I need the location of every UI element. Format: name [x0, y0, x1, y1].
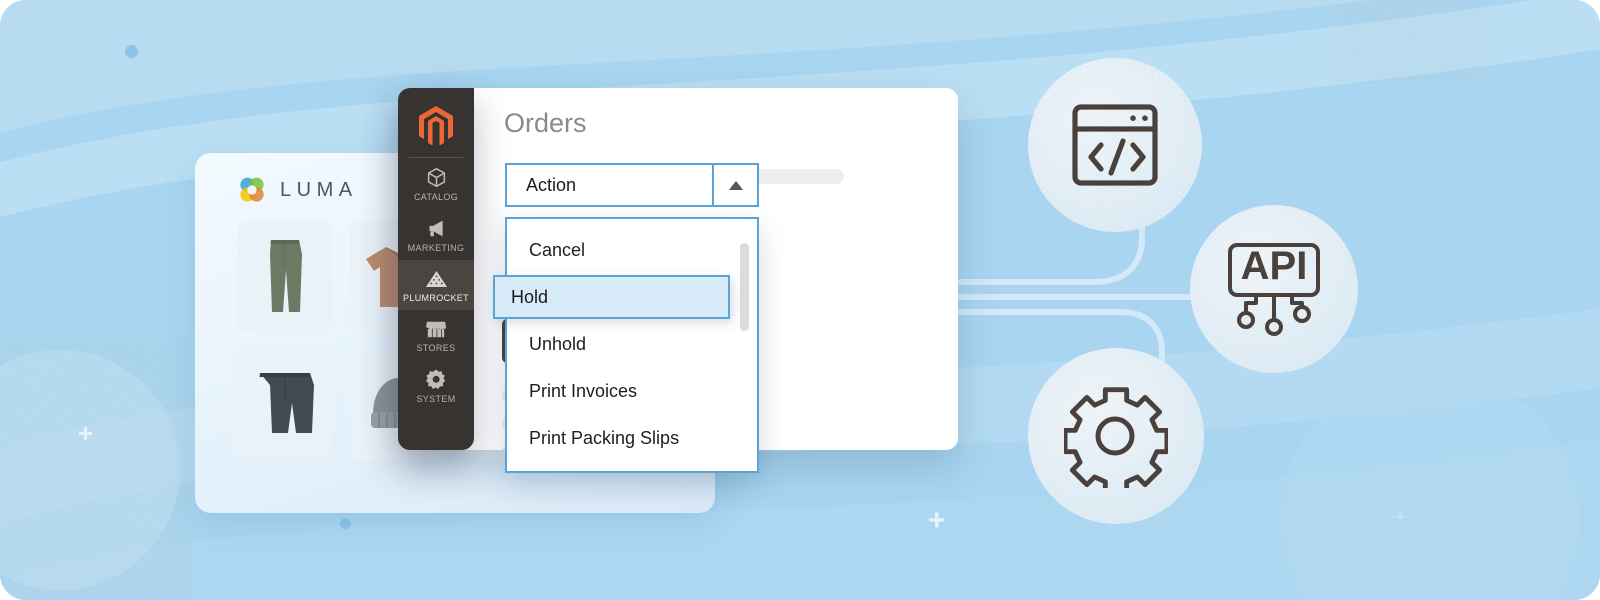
dropdown-option-unhold[interactable]: Unhold	[507, 321, 757, 368]
product-tile-shorts[interactable]	[237, 349, 332, 459]
admin-sidebar: CATALOG MARKETING PLUMROCKET STORES SYST…	[398, 88, 474, 450]
api-node-icon: API	[1228, 243, 1320, 336]
dropdown-option-hold-selected[interactable]: Hold	[493, 275, 730, 319]
illustration-canvas: + + + LUMA Orders CATALOG MARKETING PLUM…	[0, 0, 1600, 600]
sidebar-label: MARKETING	[407, 243, 465, 253]
toolbar-placeholder	[752, 169, 844, 184]
sidebar-item-system[interactable]: SYSTEM	[398, 360, 474, 411]
sidebar-item-catalog[interactable]: CATALOG	[398, 158, 474, 209]
caret-up-icon	[728, 180, 743, 190]
olive-trousers-image	[269, 240, 302, 312]
luma-loop-icon	[240, 177, 264, 202]
action-dropdown-list[interactable]: Cancel Unhold Print Invoices Print Packi…	[505, 217, 759, 473]
product-tile-trousers[interactable]	[237, 221, 332, 331]
sidebar-label: STORES	[416, 343, 456, 353]
dropdown-option-print-packing-slips[interactable]: Print Packing Slips	[507, 415, 757, 462]
code-window-badge	[1028, 58, 1202, 232]
sidebar-label: CATALOG	[413, 192, 459, 202]
megaphone-icon	[429, 220, 443, 237]
sidebar-label: PLUMROCKET	[402, 293, 469, 303]
page-title: Orders	[504, 108, 587, 138]
dropdown-scrollbar[interactable]	[740, 243, 749, 331]
gear-icon	[1064, 387, 1168, 488]
api-badge: API	[1190, 205, 1358, 373]
sidebar-label: SYSTEM	[416, 394, 456, 404]
storefront-brand-name: LUMA	[280, 178, 358, 201]
magento-logo-icon[interactable]	[414, 104, 458, 148]
sidebar-item-marketing[interactable]: MARKETING	[398, 209, 474, 260]
action-select-toggle[interactable]	[712, 163, 759, 207]
settings-badge	[1028, 348, 1204, 524]
action-select[interactable]: Action	[505, 163, 759, 207]
box-icon	[427, 167, 445, 188]
dropdown-option-cancel[interactable]: Cancel	[507, 227, 757, 274]
dropdown-option-print-invoices[interactable]: Print Invoices	[507, 368, 757, 415]
plumrocket-icon	[425, 271, 447, 287]
charcoal-shorts-image	[259, 373, 314, 433]
storefront-icon	[426, 321, 446, 338]
sidebar-item-plumrocket[interactable]: PLUMROCKET	[398, 260, 474, 310]
storefront-header: LUMA	[237, 175, 358, 205]
action-select-value[interactable]: Action	[505, 163, 712, 207]
sidebar-item-stores[interactable]: STORES	[398, 310, 474, 360]
code-window-icon	[1072, 104, 1158, 186]
api-badge-label: API	[1241, 244, 1308, 288]
gear-icon	[425, 369, 445, 389]
